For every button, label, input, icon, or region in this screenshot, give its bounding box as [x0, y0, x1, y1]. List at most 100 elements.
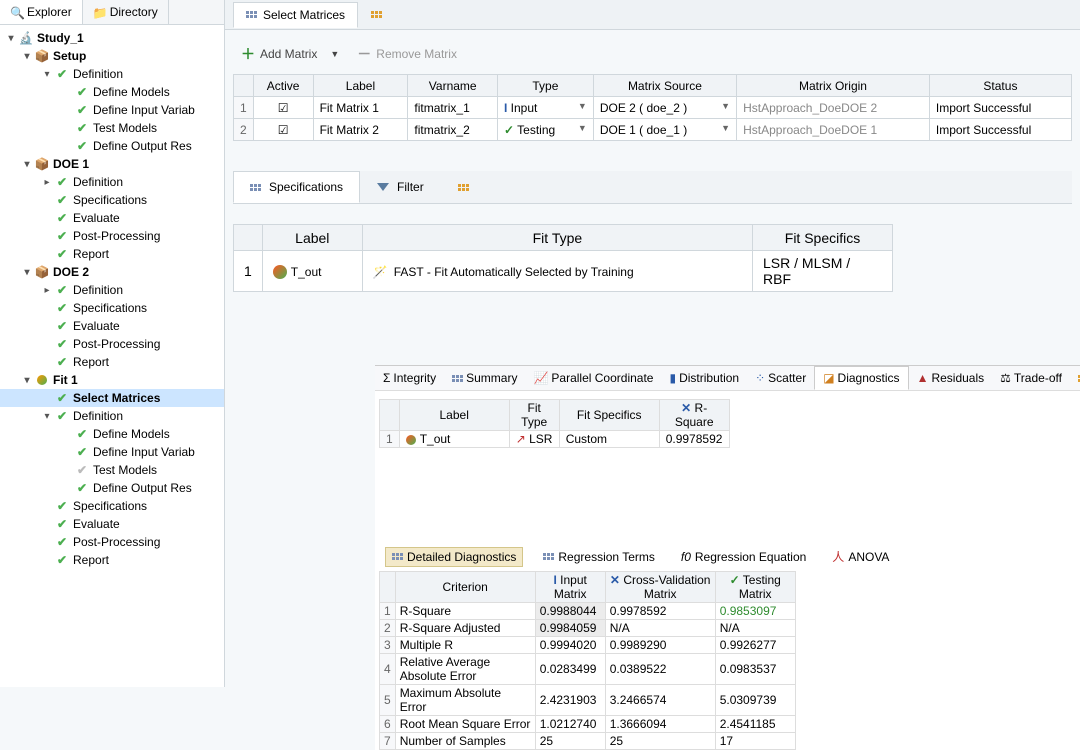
tree-setup[interactable]: ▾📦Setup — [0, 47, 224, 65]
check-icon: ✔ — [54, 354, 70, 370]
add-matrix-button[interactable]: ＋ Add Matrix ▼ — [241, 44, 339, 64]
check-icon: ✔ — [74, 138, 90, 154]
tab-residuals[interactable]: ▲Residuals — [909, 366, 993, 390]
scatter-icon: ⁘ — [755, 371, 765, 385]
source-cell[interactable]: DOE 2 ( doe_2 )▼ — [593, 97, 736, 119]
tree-doe2-spec[interactable]: ✔Specifications — [0, 299, 224, 317]
tree-view[interactable]: ▾🔬Study_1 ▾📦Setup ▾✔Definition ✔Define M… — [0, 25, 224, 687]
tree-setup-definition[interactable]: ▾✔Definition — [0, 65, 224, 83]
output-icon — [406, 435, 416, 445]
active-checkbox[interactable]: ☑ — [253, 97, 313, 119]
summary-icon — [452, 375, 463, 382]
tree-doe1[interactable]: ▾📦DOE 1 — [0, 155, 224, 173]
tradeoff-icon: ⚖ — [1000, 371, 1011, 385]
fit-specifics-cell: LSR / MLSM / RBF — [753, 251, 893, 292]
tab-select-matrices[interactable]: Select Matrices — [233, 2, 358, 28]
tree-fit-evaluate[interactable]: ✔Evaluate — [0, 515, 224, 533]
tree-study[interactable]: ▾🔬Study_1 — [0, 29, 224, 47]
check-icon: ✔ — [54, 174, 70, 190]
tree-doe2-post[interactable]: ✔Post-Processing — [0, 335, 224, 353]
tab-directory[interactable]: 📁 Directory — [83, 0, 169, 24]
tree-doe2-definition[interactable]: ▸✔Definition — [0, 281, 224, 299]
tab-grid-small[interactable] — [441, 175, 486, 200]
diag-summary-row[interactable]: 1 T_out ↗ LSR Custom 0.9978592 — [380, 431, 730, 448]
tab-grid-view[interactable] — [358, 5, 395, 24]
main-tab-bar: Select Matrices — [225, 0, 1080, 30]
tab-grid-diag[interactable] — [1070, 366, 1080, 390]
check-icon: ✔ — [54, 408, 70, 424]
tree-fit-post[interactable]: ✔Post-Processing — [0, 533, 224, 551]
col-source: Matrix Source — [593, 75, 736, 97]
tree-fit-define-models[interactable]: ✔Define Models — [0, 425, 224, 443]
output-icon — [273, 265, 287, 279]
criterion-table[interactable]: Criterion I Input Matrix ✕ Cross-Validat… — [379, 571, 796, 750]
tree-test-models[interactable]: ✔Test Models — [0, 119, 224, 137]
tree-doe2-evaluate[interactable]: ✔Evaluate — [0, 317, 224, 335]
active-checkbox[interactable]: ☑ — [253, 119, 313, 141]
tab-explorer-label: Explorer — [27, 5, 72, 19]
tab-parallel[interactable]: 📈Parallel Coordinate — [525, 366, 661, 390]
tab-scatter[interactable]: ⁘Scatter — [747, 366, 814, 390]
criterion-row[interactable]: 3Multiple R0.99940200.99892900.9926277 — [380, 637, 796, 654]
tree-fit-define-input-var[interactable]: ✔Define Input Variab — [0, 443, 224, 461]
tree-doe1-evaluate[interactable]: ✔Evaluate — [0, 209, 224, 227]
tree-define-output-res[interactable]: ✔Define Output Res — [0, 137, 224, 155]
criterion-row[interactable]: 2R-Square Adjusted0.9984059N/AN/A — [380, 620, 796, 637]
matrix-row[interactable]: 2☑Fit Matrix 2fitmatrix_2✓ Testing▼DOE 1… — [234, 119, 1072, 141]
source-cell[interactable]: DOE 1 ( doe_1 )▼ — [593, 119, 736, 141]
left-tab-bar: 🔍 Explorer 📁 Directory — [0, 0, 224, 25]
fit-label-cell: T_out — [262, 251, 362, 292]
criterion-row[interactable]: 4Relative Average Absolute Error0.028349… — [380, 654, 796, 685]
tree-fit-test-models[interactable]: ✔Test Models — [0, 461, 224, 479]
tree-fit-spec[interactable]: ✔Specifications — [0, 497, 224, 515]
tree-doe1-spec[interactable]: ✔Specifications — [0, 191, 224, 209]
matrix-row[interactable]: 1☑Fit Matrix 1fitmatrix_1I Input▼DOE 2 (… — [234, 97, 1072, 119]
tree-fit-define-output-res[interactable]: ✔Define Output Res — [0, 479, 224, 497]
col-status: Status — [929, 75, 1071, 97]
tree-doe2[interactable]: ▾📦DOE 2 — [0, 263, 224, 281]
tab-specifications-label: Specifications — [269, 180, 343, 194]
diag-summary-table[interactable]: Label Fit Type Fit Specifics ✕ R-Square … — [379, 399, 730, 448]
tab-tradeoff[interactable]: ⚖Trade-off — [992, 366, 1070, 390]
subtab-detailed[interactable]: Detailed Diagnostics — [385, 547, 523, 567]
tree-fit-report[interactable]: ✔Report — [0, 551, 224, 569]
tab-diagnostics[interactable]: ◪Diagnostics — [814, 366, 908, 390]
tree-define-models[interactable]: ✔Define Models — [0, 83, 224, 101]
tab-integrity[interactable]: ΣIntegrity — [375, 366, 444, 390]
tree-doe1-post[interactable]: ✔Post-Processing — [0, 227, 224, 245]
remove-matrix-button[interactable]: － Remove Matrix — [357, 44, 457, 64]
tree-fit-definition[interactable]: ▾✔Definition — [0, 407, 224, 425]
tree-doe2-report[interactable]: ✔Report — [0, 353, 224, 371]
subtab-regression-terms[interactable]: Regression Terms — [537, 548, 660, 566]
tab-distribution[interactable]: ▮Distribution — [661, 366, 747, 390]
diagnostics-panel: ΣIntegrity Summary 📈Parallel Coordinate … — [375, 365, 1080, 750]
tree-fit1[interactable]: ▾Fit 1 — [0, 371, 224, 389]
fit-row[interactable]: 1 T_out 🪄FAST - Fit Automatically Select… — [234, 251, 893, 292]
funnel-icon — [377, 183, 389, 191]
fit-label-table[interactable]: Label Fit Type Fit Specifics 1 T_out 🪄FA… — [233, 224, 893, 292]
check-icon: ✔ — [54, 516, 70, 532]
diag-specifics-cell: Custom — [559, 431, 659, 448]
type-cell[interactable]: ✓ Testing▼ — [497, 119, 593, 141]
criterion-row[interactable]: 1R-Square0.99880440.99785920.9853097 — [380, 603, 796, 620]
criterion-row[interactable]: 6Root Mean Square Error1.02127401.366609… — [380, 716, 796, 733]
tree-select-matrices[interactable]: ✔Select Matrices — [0, 389, 224, 407]
col-fit-label: Label — [262, 225, 362, 251]
explorer-icon: 🔍 — [10, 6, 22, 18]
criterion-row[interactable]: 7Number of Samples252517 — [380, 733, 796, 750]
tab-specifications[interactable]: Specifications — [233, 171, 360, 203]
tab-filter[interactable]: Filter — [360, 171, 441, 203]
tree-doe1-definition[interactable]: ▸✔Definition — [0, 173, 224, 191]
type-cell[interactable]: I Input▼ — [497, 97, 593, 119]
tree-define-input-var[interactable]: ✔Define Input Variab — [0, 101, 224, 119]
tab-explorer[interactable]: 🔍 Explorer — [0, 0, 83, 24]
check-icon: ✔ — [74, 444, 90, 460]
tree-doe1-report[interactable]: ✔Report — [0, 245, 224, 263]
subtab-anova[interactable]: 人ANOVA — [826, 546, 895, 567]
check-icon: ✔ — [74, 102, 90, 118]
criterion-row[interactable]: 5Maximum Absolute Error2.42319033.246657… — [380, 685, 796, 716]
tab-summary[interactable]: Summary — [444, 366, 525, 390]
subtab-regression-equation[interactable]: f0Regression Equation — [675, 548, 812, 566]
matrix-table[interactable]: Active Label Varname Type Matrix Source … — [233, 74, 1072, 141]
sub-tab-bar: Specifications Filter — [233, 171, 1072, 204]
